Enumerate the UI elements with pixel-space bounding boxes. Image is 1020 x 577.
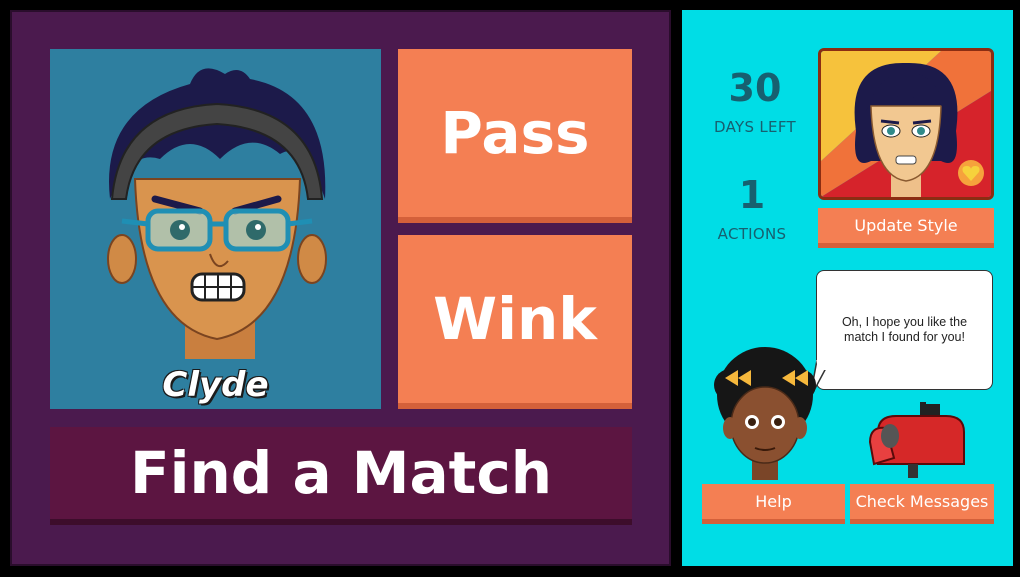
mailbox-icon[interactable] <box>868 402 968 478</box>
helper-character <box>714 347 816 480</box>
days-left-stat: 30 DAYS LEFT <box>690 68 820 136</box>
status-panel: 30 DAYS LEFT 1 ACTIONS Update Style Oh, … <box>682 10 1013 566</box>
profile-name: Clyde <box>162 365 269 405</box>
profile-card: Clyde <box>50 49 381 409</box>
player-avatar[interactable] <box>818 48 994 200</box>
find-match-button[interactable]: Find a Match <box>50 427 632 525</box>
helper-message: Oh, I hope you like the match I found fo… <box>841 315 968 344</box>
days-left-label: DAYS LEFT <box>714 118 796 136</box>
help-button[interactable]: Help <box>702 484 845 524</box>
actions-label: ACTIONS <box>717 225 787 243</box>
days-left-value: 30 <box>728 66 782 110</box>
pass-button[interactable]: Pass <box>398 49 632 223</box>
actions-value: 1 <box>738 173 766 217</box>
check-messages-button[interactable]: Check Messages <box>850 484 994 524</box>
actions-stat: 1 ACTIONS <box>687 175 817 243</box>
profile-portrait <box>107 68 327 359</box>
match-panel: Clyde Pass Wink Find a Match <box>10 10 671 566</box>
update-style-button[interactable]: Update Style <box>818 208 994 248</box>
player-avatar-image <box>821 51 991 197</box>
wink-button[interactable]: Wink <box>398 235 632 409</box>
speech-bubble: Oh, I hope you like the match I found fo… <box>816 270 993 390</box>
